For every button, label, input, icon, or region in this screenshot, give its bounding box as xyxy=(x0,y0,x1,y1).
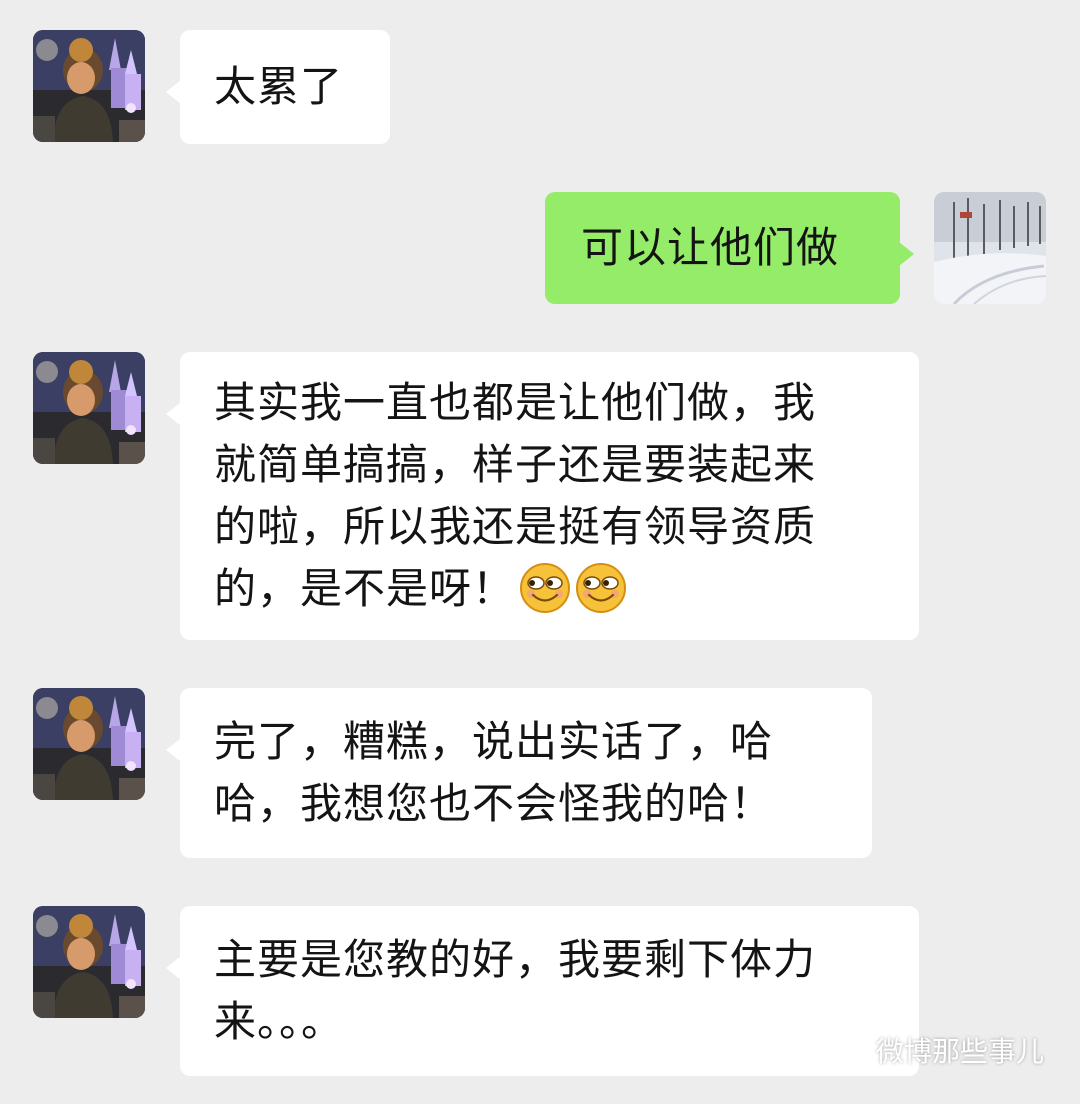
message-text-line: 的，是不是呀！ xyxy=(214,564,516,613)
bubble-tail xyxy=(166,402,181,426)
bubble-tail xyxy=(166,80,181,104)
message-bubble-incoming[interactable]: 完了，糟糕，说出实话了，哈 哈，我想您也不会怪我的哈！ xyxy=(166,688,872,858)
message-text-line: 完了，糟糕，说出实话了，哈 xyxy=(214,717,774,766)
message-bubble-outgoing[interactable]: 可以让他们做 xyxy=(545,192,914,304)
contact-avatar[interactable] xyxy=(33,906,145,1018)
message-bubble-incoming[interactable]: 太累了 xyxy=(166,30,390,144)
self-avatar[interactable] xyxy=(934,192,1046,304)
message-text-line: 主要是您教的好，我要剩下体力 xyxy=(214,935,817,984)
contact-avatar[interactable] xyxy=(33,352,145,464)
watermark: 微博那些事儿 xyxy=(828,1030,1044,1070)
bubble-tail xyxy=(899,242,914,266)
bubble-tail xyxy=(166,956,181,980)
message-text-line: 的啦，所以我还是挺有领导资质 xyxy=(214,502,817,551)
message-text-line: 就简单搞搞，样子还是要装起来 xyxy=(214,440,817,489)
contact-avatar[interactable] xyxy=(33,688,145,800)
message-bubble-incoming[interactable]: 主要是您教的好，我要剩下体力 来。。。 xyxy=(166,906,919,1076)
message-text-line: 其实我一直也都是让他们做，我 xyxy=(214,378,817,427)
bubble-tail xyxy=(166,738,181,762)
message-text: 太累了 xyxy=(214,62,344,111)
message-bubble-incoming[interactable]: 其实我一直也都是让他们做，我 就简单搞搞，样子还是要装起来 的啦，所以我还是挺有… xyxy=(166,352,919,640)
message-text-line: 哈，我想您也不会怪我的哈！ xyxy=(214,779,774,828)
smirk-face-emoji-icon xyxy=(575,562,627,614)
wechat-official-account-icon xyxy=(828,1034,868,1066)
message-text: 可以让他们做 xyxy=(581,223,840,272)
contact-avatar[interactable] xyxy=(33,30,145,142)
message-text-line: 来。。。 xyxy=(214,997,345,1046)
smirk-face-emoji-icon xyxy=(519,562,571,614)
watermark-text: 微博那些事儿 xyxy=(875,1035,1044,1068)
